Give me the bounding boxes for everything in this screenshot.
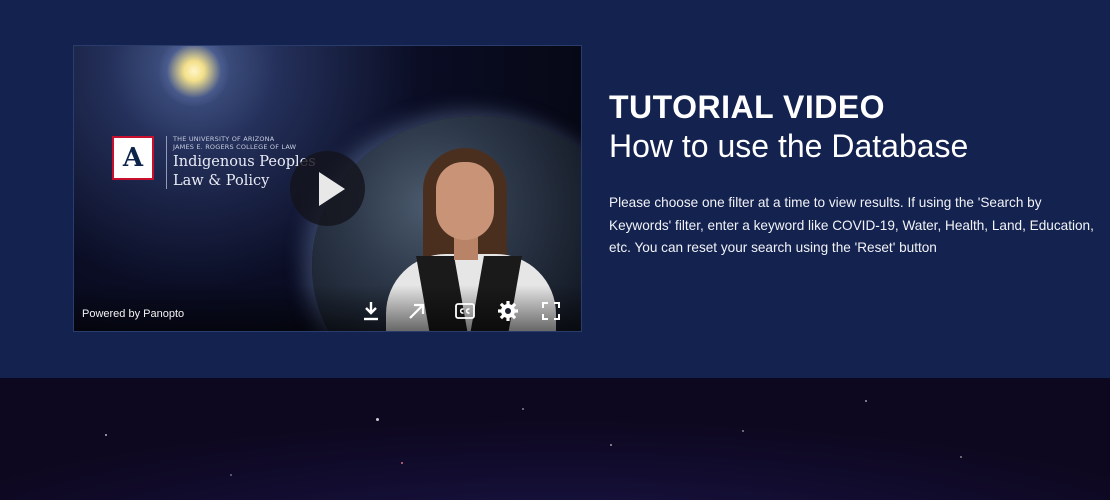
- star: [742, 430, 744, 432]
- star: [522, 408, 524, 410]
- star: [960, 456, 962, 458]
- star: [376, 418, 379, 421]
- closed-captions-icon: [455, 303, 475, 319]
- starlight-glow: [159, 46, 229, 106]
- open-external-icon: [409, 303, 425, 319]
- play-icon: [319, 172, 345, 206]
- section-headline: How to use the Database: [609, 128, 969, 164]
- tutorial-content: TUTORIAL VIDEO How to use the Database P…: [609, 88, 1099, 260]
- university-logo-icon: A: [112, 136, 154, 180]
- download-icon: [364, 302, 378, 321]
- player-controls: Powered by Panopto: [74, 285, 581, 331]
- download-button[interactable]: [359, 299, 383, 323]
- star: [105, 434, 107, 436]
- play-button[interactable]: [290, 151, 365, 226]
- fullscreen-icon: [542, 302, 560, 320]
- open-external-button[interactable]: [405, 299, 429, 323]
- video-player[interactable]: A THE UNIVERSITY OF ARIZONA JAMES E. ROG…: [73, 45, 582, 332]
- star: [610, 444, 612, 446]
- brand-college-line: JAMES E. ROGERS COLLEGE OF LAW: [173, 142, 297, 151]
- closed-captions-button[interactable]: [453, 299, 477, 323]
- section-tag: TUTORIAL VIDEO: [609, 89, 886, 125]
- tutorial-section: A THE UNIVERSITY OF ARIZONA JAMES E. ROG…: [0, 0, 1110, 378]
- fullscreen-button[interactable]: [539, 299, 563, 323]
- starfield-band: [0, 378, 1110, 500]
- star: [401, 462, 403, 464]
- settings-button[interactable]: [496, 299, 520, 323]
- section-description: Please choose one filter at a time to vi…: [609, 195, 1094, 255]
- powered-by-label: Powered by Panopto: [82, 308, 185, 320]
- brand-program-line1: Indigenous Peoples: [173, 154, 316, 170]
- star: [865, 400, 867, 402]
- settings-gear-icon: [498, 301, 518, 321]
- video-brand-overlay: A THE UNIVERSITY OF ARIZONA JAMES E. ROG…: [112, 135, 316, 189]
- star: [230, 474, 232, 476]
